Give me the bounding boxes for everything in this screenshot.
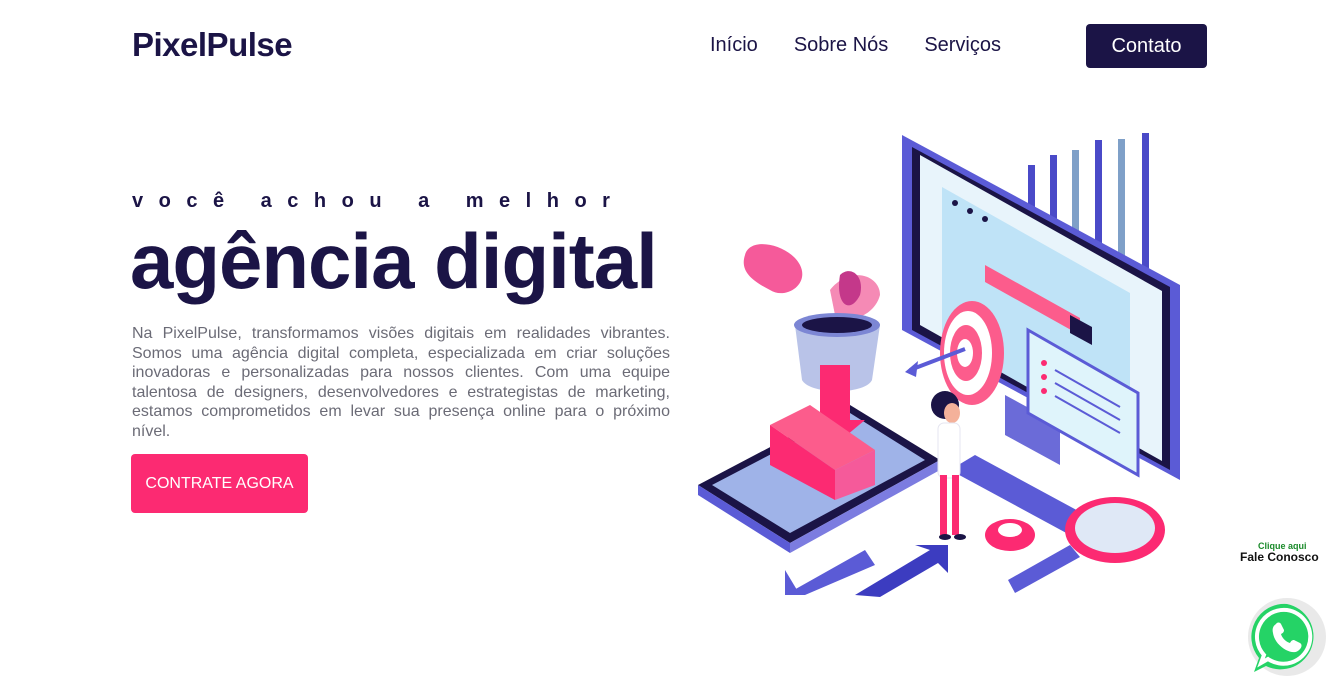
hero-headline: agência digital xyxy=(130,217,658,305)
contact-button[interactable]: Contato xyxy=(1086,24,1207,68)
main-menu: Início Sobre Nós Serviços xyxy=(710,34,1001,57)
top-navbar: PixelPulse Início Sobre Nós Serviços Con… xyxy=(0,0,1338,92)
plant-graphic xyxy=(743,244,880,392)
hire-now-button[interactable]: CONTRATE AGORA xyxy=(131,454,308,513)
nav-link-inicio[interactable]: Início xyxy=(710,34,758,57)
logo[interactable]: PixelPulse xyxy=(132,26,293,64)
digital-marketing-illustration xyxy=(698,133,1180,597)
arrows-graphic xyxy=(785,545,948,597)
magnifier-graphic xyxy=(985,497,1165,593)
whatsapp-icon[interactable] xyxy=(1246,596,1328,678)
tablet-graphic xyxy=(698,365,940,553)
hero-description: Na PixelPulse, transformamos visões digi… xyxy=(132,325,670,440)
hero-kicker: você achou a melhor xyxy=(132,190,626,212)
nav-link-servicos[interactable]: Serviços xyxy=(924,34,1001,57)
whatsapp-label[interactable]: Fale Conosco xyxy=(1240,550,1319,564)
nav-link-sobre-nos[interactable]: Sobre Nós xyxy=(794,34,889,57)
